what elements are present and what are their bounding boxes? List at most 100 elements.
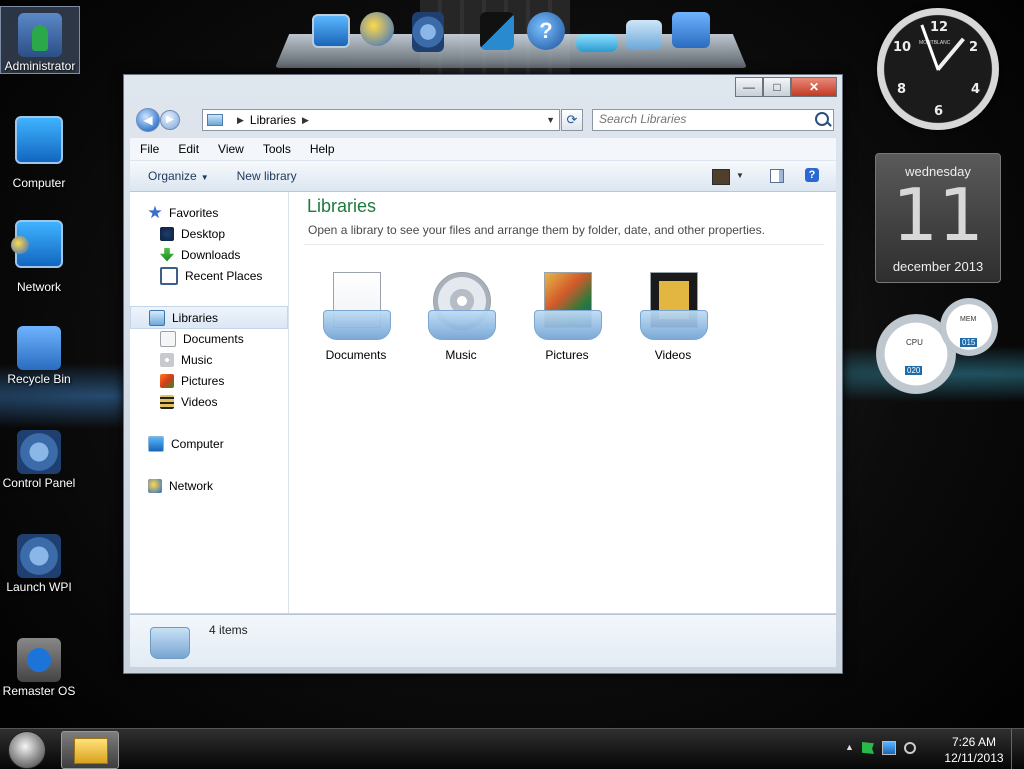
new-library-button[interactable]: New library [227,169,307,183]
search-icon[interactable] [815,112,829,126]
nav-computer[interactable]: Computer [148,433,224,454]
show-desktop-button[interactable] [1011,729,1024,769]
dock-folder-icon[interactable] [626,20,662,50]
nav-pictures[interactable]: Pictures [160,370,224,391]
clock-number: 6 [934,104,944,119]
search-box[interactable] [592,109,834,131]
launch-wpi-icon [17,534,61,578]
memory-gauge-label: MEM [960,316,977,323]
nav-recent-places[interactable]: Recent Places [160,265,262,286]
desktop-icon-label: Remaster OS [2,684,76,698]
page-title: Libraries [307,196,377,216]
status-bar: 4 items [130,614,836,667]
menu-file[interactable]: File [130,142,168,156]
start-button[interactable] [8,731,46,769]
chevron-down-icon[interactable]: ▼ [736,167,744,185]
dock-recycle-bin-icon[interactable] [672,12,710,48]
nav-documents[interactable]: Documents [160,328,244,349]
volume-icon[interactable] [903,742,916,754]
calendar-gadget[interactable]: wednesday 11 december 2013 [875,153,1001,283]
command-bar: Organize ▼ New library ▼ ? [130,161,836,192]
calendar-day: 11 [892,173,984,257]
computer-icon [148,435,164,452]
menu-tools[interactable]: Tools [253,142,300,156]
clock-number: 8 [897,82,907,97]
documents-library-icon [319,270,393,340]
show-hidden-icons-icon[interactable]: ▲ [845,742,854,754]
search-input[interactable] [593,110,805,128]
refresh-button[interactable]: ⟳ [561,109,583,131]
address-dropdown-icon[interactable]: ▼ [546,115,555,125]
library-holder [640,310,708,340]
libraries-icon [150,627,190,659]
cpu-gauge-value: 020 [905,366,923,375]
desktop-icon-launch-wpi[interactable]: Launch WPI [0,528,78,594]
system-tray: ▲ [845,741,916,755]
address-bar[interactable]: ▶ Libraries ▶ ▼ [202,109,560,131]
breadcrumb-arrow-icon[interactable]: ▶ [237,115,244,126]
dock-control-panel-icon[interactable] [412,12,444,52]
desktop-icon-control-panel[interactable]: Control Panel [0,424,78,490]
dock-help-icon[interactable]: ? [527,12,565,50]
desktop-icon-network[interactable]: Network [0,214,78,294]
nav-music[interactable]: Music [160,349,212,370]
menu-view[interactable]: View [208,142,253,156]
library-pictures[interactable]: Pictures [522,270,612,362]
memory-gauge[interactable]: MEM 015 [940,298,998,356]
desktop-icon-remaster-os[interactable]: Remaster OS [0,632,78,698]
pictures-icon [160,373,174,388]
dock-drive-icon[interactable] [576,34,618,52]
item-count: 4 items [209,623,248,637]
organize-button[interactable]: Organize ▼ [138,169,219,183]
preview-pane-button[interactable] [770,169,784,183]
desktop-icon-recycle-bin[interactable]: Recycle Bin [0,320,78,386]
nav-label: Music [181,352,213,367]
menu-help[interactable]: Help [300,142,344,156]
desktop-icon-computer[interactable]: Computer [0,110,78,190]
nav-downloads[interactable]: Downloads [160,244,240,265]
desktop-icon-label: Recycle Bin [7,372,71,386]
library-label: Pictures [545,348,589,362]
page-description: Open a library to see your files and arr… [308,223,765,237]
library-label: Documents [325,348,387,362]
explorer-window: — □ ✕ ◀ ▶ ▶ Libraries ▶ ▼ ⟳ File Edit Vi… [123,74,843,674]
library-videos[interactable]: Videos [628,270,718,362]
change-view-button[interactable]: ▼ [710,167,750,185]
libraries-icon [207,114,223,126]
library-music[interactable]: Music [416,270,506,362]
minimize-button[interactable]: — [735,77,763,97]
taskbar-date: 12/11/2013 [944,751,1004,765]
breadcrumb-libraries[interactable]: Libraries [250,113,296,127]
view-icon [712,169,730,185]
nav-desktop[interactable]: Desktop [160,223,225,244]
nav-label: Videos [181,394,218,409]
clock-gadget[interactable]: 12 2 4 6 8 10 MONTBLANC [877,8,999,130]
maximize-button[interactable]: □ [763,77,791,97]
star-icon [148,205,162,219]
action-center-flag-icon[interactable] [861,742,874,754]
dock-computer-icon[interactable] [312,14,350,48]
library-documents[interactable]: Documents [311,270,401,362]
nav-libraries[interactable]: Libraries [130,306,288,329]
internet-explorer-icon [17,638,61,682]
desktop-icon-administrator[interactable]: Administrator [0,6,80,74]
breadcrumb-arrow-icon[interactable]: ▶ [302,115,309,126]
nav-label: Pictures [181,373,225,388]
library-label: Videos [654,348,692,362]
nav-videos[interactable]: Videos [160,391,217,412]
chevron-down-icon: ▼ [200,173,209,182]
recycle-bin-icon [17,326,61,370]
dock-defender-icon[interactable] [480,12,514,50]
forward-button[interactable]: ▶ [160,110,180,130]
close-button[interactable]: ✕ [791,77,837,97]
network-icon [148,478,162,493]
help-button[interactable]: ? [805,168,819,182]
dock-network-icon[interactable] [360,12,394,46]
nav-favorites[interactable]: Favorites [148,202,218,223]
nav-network[interactable]: Network [148,475,213,496]
menu-edit[interactable]: Edit [168,142,208,156]
network-status-icon[interactable] [881,741,896,755]
taskbar-clock[interactable]: 7:26 AM 12/11/2013 [942,734,1006,766]
back-button[interactable]: ◀ [136,108,160,132]
taskbar-explorer-button[interactable] [61,731,119,769]
